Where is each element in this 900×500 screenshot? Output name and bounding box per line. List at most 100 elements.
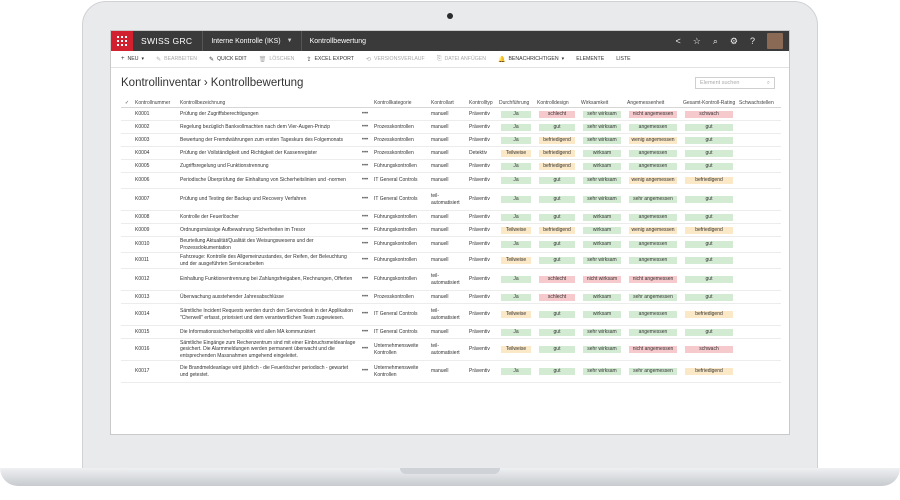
control-name[interactable]: Prüfung und Testing der Backup und Recov…	[178, 188, 358, 211]
cmd-excel-export-button[interactable]: ⇪ EXCEL EXPORT	[300, 56, 360, 63]
column-header[interactable]: Kontrollnummer	[133, 98, 178, 108]
row-checkbox[interactable]	[121, 290, 133, 304]
share-icon[interactable]: <	[676, 36, 681, 46]
table-row[interactable]: K0015 Die Informationssicherheitspolitik …	[121, 325, 781, 339]
row-checkbox[interactable]	[121, 107, 133, 121]
row-menu-icon[interactable]: •••	[358, 360, 372, 383]
row-menu-icon[interactable]: •••	[358, 107, 372, 121]
app-launcher-icon[interactable]	[111, 31, 133, 51]
row-menu-icon[interactable]: •••	[358, 146, 372, 160]
search-input[interactable]: Element suchen ⌕	[695, 77, 775, 89]
row-menu-icon[interactable]: •••	[358, 210, 372, 224]
column-header[interactable]: Schwachstellen	[737, 98, 781, 108]
select-all-checkbox[interactable]: ✓	[121, 98, 133, 108]
row-menu-icon[interactable]: •••	[358, 290, 372, 304]
column-header[interactable]: Angemessenheit	[625, 98, 681, 108]
row-checkbox[interactable]	[121, 172, 133, 189]
control-name[interactable]: Überwachung ausstehender Jahresabschlüss…	[178, 290, 358, 304]
column-header[interactable]: Kontrollbezeichnung	[178, 98, 358, 108]
control-name[interactable]: Zugriffsregelung und Funktionstrennung	[178, 159, 358, 173]
table-row[interactable]: K0016 Sämtliche Eingänge zum Rechenzentru…	[121, 338, 781, 361]
row-menu-icon[interactable]: •••	[358, 338, 372, 361]
avatar[interactable]	[767, 33, 783, 49]
table-row[interactable]: K0007 Prüfung und Testing der Backup und …	[121, 188, 781, 211]
star-icon[interactable]: ☆	[693, 36, 701, 47]
row-menu-icon[interactable]: •••	[358, 303, 372, 326]
row-checkbox[interactable]	[121, 210, 133, 224]
column-header[interactable]: Wirksamkeit	[579, 98, 625, 108]
control-name[interactable]: Prüfung der Zugriffsberechtigungen	[178, 107, 358, 121]
help-icon[interactable]: ?	[750, 36, 755, 46]
context-selector[interactable]: Interne Kontrolle (IKS) ▼	[203, 38, 300, 45]
search-icon[interactable]: ⌕	[767, 80, 770, 87]
column-header[interactable]	[358, 98, 372, 108]
cmd-l-schen-button[interactable]: 🗑 LÖSCHEN	[253, 56, 301, 63]
table-row[interactable]: K0004 Prüfung der Vollständigkeit und Ric…	[121, 146, 781, 160]
cmd-liste-button[interactable]: LISTE	[610, 56, 636, 62]
row-checkbox[interactable]	[121, 223, 133, 237]
row-checkbox[interactable]	[121, 120, 133, 134]
row-checkbox[interactable]	[121, 325, 133, 339]
control-name[interactable]: Kontrolle der Feuerlöscher	[178, 210, 358, 224]
cmd-versionsverlauf-button[interactable]: ⟲ VERSIONSVERLAUF	[360, 56, 431, 63]
table-row[interactable]: K0003 Bewertung der Fremdwährungen zum er…	[121, 133, 781, 147]
table-row[interactable]: K0014 Sämtliche Incident Requests werden …	[121, 303, 781, 326]
row-menu-icon[interactable]: •••	[358, 268, 372, 291]
cmd-benachrichtigen-button[interactable]: 🔔 BENACHRICHTIGEN ▾	[492, 56, 570, 63]
table-row[interactable]: K0008 Kontrolle der Feuerlöscher ••• Führun…	[121, 210, 781, 224]
column-header[interactable]: Durchführung	[497, 98, 535, 108]
breadcrumb-root[interactable]: Kontrollinventar	[121, 77, 201, 89]
row-menu-icon[interactable]: •••	[358, 325, 372, 339]
row-checkbox[interactable]	[121, 133, 133, 147]
row-checkbox[interactable]	[121, 252, 133, 269]
control-name[interactable]: Bewertung der Fremdwährungen zum ersten …	[178, 133, 358, 147]
control-name[interactable]: Die Informationssicherheitspolitik wird …	[178, 325, 358, 339]
table-row[interactable]: K0006 Periodische Überprüfung der Einhalt…	[121, 172, 781, 189]
row-checkbox[interactable]	[121, 159, 133, 173]
row-checkbox[interactable]	[121, 146, 133, 160]
table-row[interactable]: K0010 Beurteilung Aktualität/Qualität des…	[121, 236, 781, 253]
control-name[interactable]: Prüfung der Vollständigkeit und Richtigk…	[178, 146, 358, 160]
column-header[interactable]: Gesamt-Kontroll-Rating	[681, 98, 737, 108]
row-checkbox[interactable]	[121, 236, 133, 253]
row-menu-icon[interactable]: •••	[358, 188, 372, 211]
settings-icon[interactable]: ⚙	[730, 36, 738, 47]
control-name[interactable]: Sämtliche Incident Requests werden durch…	[178, 303, 358, 326]
row-checkbox[interactable]	[121, 360, 133, 383]
row-menu-icon[interactable]: •••	[358, 159, 372, 173]
control-name[interactable]: Beurteilung Aktualität/Qualität des Weis…	[178, 236, 358, 253]
control-name[interactable]: Die Brandmeldeanlage wird jährlich - die…	[178, 360, 358, 383]
search-icon[interactable]: ⌕	[713, 36, 718, 47]
row-menu-icon[interactable]: •••	[358, 236, 372, 253]
table-row[interactable]: K0009 Ordnungsmässige Aufbewahrung Sicher…	[121, 223, 781, 237]
cmd-datei-anf-gen-button[interactable]: ⎘ DATEI ANFÜGEN	[431, 56, 492, 63]
table-row[interactable]: K0011 Fahrzeuge: Kontrolle des Allgemeinz…	[121, 252, 781, 269]
control-name[interactable]: Periodische Überprüfung der Einhaltung v…	[178, 172, 358, 189]
control-name[interactable]: Fahrzeuge: Kontrolle des Allgemeinzustan…	[178, 252, 358, 269]
table-row[interactable]: K0002 Regelung bezüglich Bankvollmachten …	[121, 120, 781, 134]
row-menu-icon[interactable]: •••	[358, 252, 372, 269]
column-header[interactable]: Kontrollkategorie	[372, 98, 429, 108]
control-name[interactable]: Regelung bezüglich Bankvollmachten nach …	[178, 120, 358, 134]
control-name[interactable]: Einhaltung Funktionentrennung bei Zahlun…	[178, 268, 358, 291]
row-checkbox[interactable]	[121, 268, 133, 291]
column-header[interactable]: Kontrollart	[429, 98, 467, 108]
table-row[interactable]: K0017 Die Brandmeldeanlage wird jährlich …	[121, 360, 781, 383]
cmd-elemente-button[interactable]: ELEMENTE	[570, 56, 610, 62]
table-row[interactable]: K0005 Zugriffsregelung und Funktionstrenn…	[121, 159, 781, 173]
row-checkbox[interactable]	[121, 303, 133, 326]
cmd-bearbeiten-button[interactable]: ✎ BEARBEITEN	[150, 56, 203, 63]
table-row[interactable]: K0012 Einhaltung Funktionentrennung bei Z…	[121, 268, 781, 291]
control-name[interactable]: Sämtliche Eingänge zum Rechenzentrum sin…	[178, 338, 358, 361]
row-menu-icon[interactable]: •••	[358, 223, 372, 237]
column-header[interactable]: Kontrolldesign	[535, 98, 579, 108]
table-row[interactable]: K0001 Prüfung der Zugriffsberechtigungen •…	[121, 107, 781, 121]
row-menu-icon[interactable]: •••	[358, 133, 372, 147]
brand-name[interactable]: SWISS GRC	[133, 36, 202, 46]
row-checkbox[interactable]	[121, 188, 133, 211]
cmd-neu-button[interactable]: + NEU ▾	[115, 56, 150, 62]
row-menu-icon[interactable]: •••	[358, 120, 372, 134]
row-menu-icon[interactable]: •••	[358, 172, 372, 189]
control-name[interactable]: Ordnungsmässige Aufbewahrung Sicherheite…	[178, 223, 358, 237]
column-header[interactable]: Kontrolltyp	[467, 98, 497, 108]
